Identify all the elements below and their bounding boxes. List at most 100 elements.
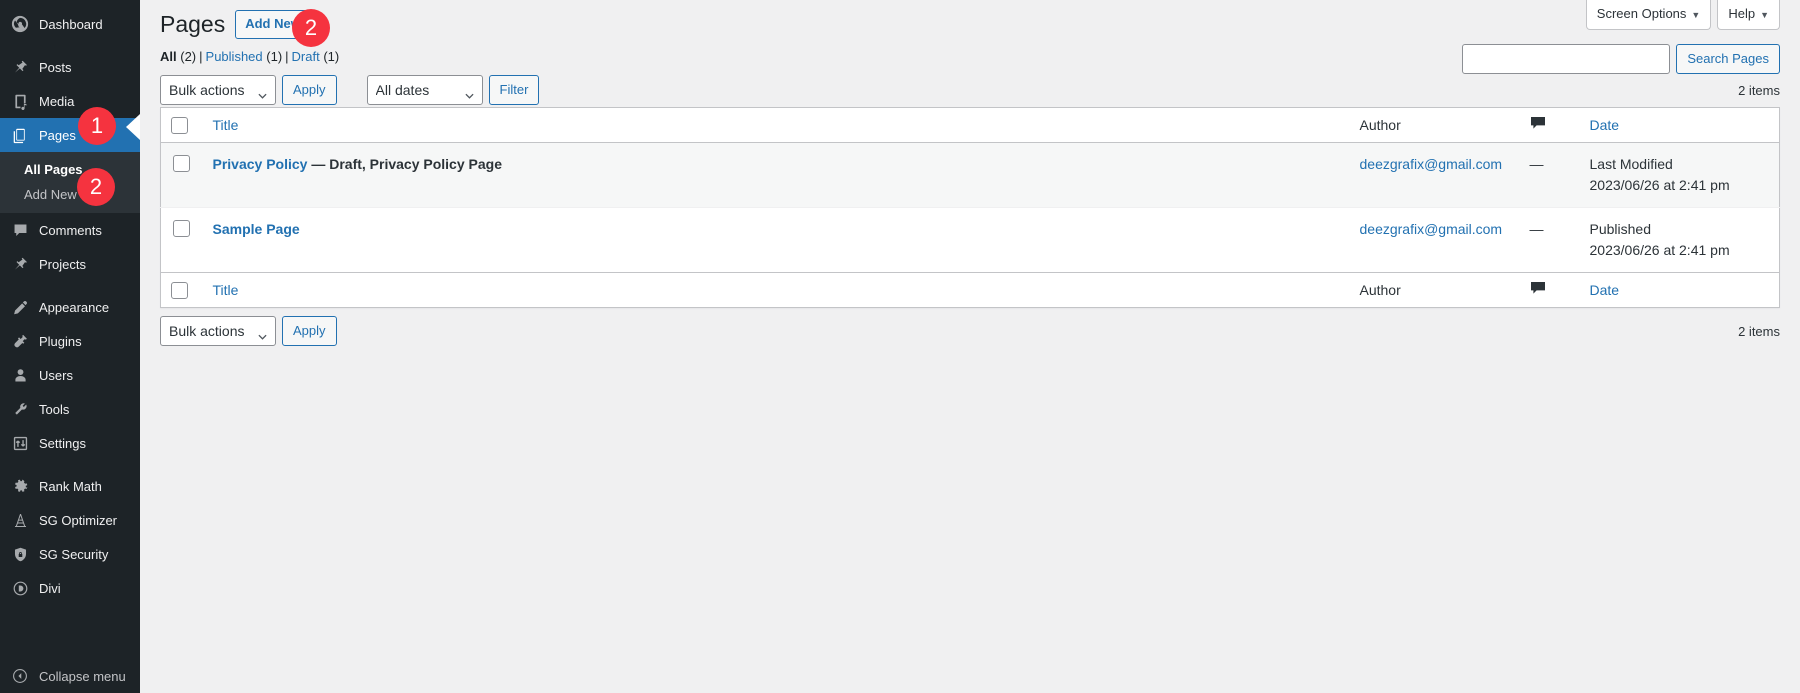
sidebar-item-comments[interactable]: Comments [0,213,140,247]
main-content: Screen Options ▼ Help ▼ Pages Add New All … [140,0,1800,693]
page-title-link[interactable]: Privacy Policy [213,156,308,172]
sidebar-subitem-label: Add New [24,187,77,202]
filter-separator: | [199,49,203,64]
select-all-checkbox-bottom[interactable] [171,282,188,299]
sidebar-item-appearance[interactable]: Appearance [0,290,140,324]
sort-date-link[interactable]: Date [1590,117,1620,133]
comments-count: — [1529,156,1544,172]
sidebar-item-media[interactable]: Media [0,84,140,118]
sidebar-item-label: Posts [39,59,72,75]
items-count-bottom: 2 items [1738,323,1780,339]
apply-button-bottom[interactable]: Apply [282,316,337,346]
sidebar-item-tools[interactable]: Tools [0,392,140,426]
search-input[interactable] [1462,44,1671,74]
sidebar-item-settings[interactable]: Settings [0,426,140,460]
sidebar-item-label: Rank Math [39,478,102,494]
sidebar-item-label: Pages [39,127,76,143]
sidebar-item-label: Appearance [39,299,110,315]
shield-gear-icon [10,544,30,564]
sidebar-item-pages[interactable]: Pages [0,118,140,152]
collapse-menu-button[interactable]: Collapse menu [0,659,140,693]
row-date-cell: Published 2023/06/26 at 2:41 pm [1580,208,1780,273]
filter-button[interactable]: Filter [488,75,540,105]
column-header-date: Date [1579,107,1780,143]
sidebar-item-label: Dashboard [39,16,103,32]
row-select-cell [160,142,203,208]
sidebar-item-sg-security[interactable]: SG Security [0,537,140,571]
table-head: Title Author Date [160,107,1780,143]
callout-badge-1: 1 [78,107,116,145]
select-all-checkbox-top[interactable] [171,117,188,134]
apply-button-top[interactable]: Apply [282,75,337,105]
search-box: Search Pages [1462,44,1780,74]
date-status: Last Modified [1589,156,1673,172]
sort-title-link[interactable]: Title [213,117,239,133]
collapse-arrow-icon [10,666,30,686]
sidebar-item-plugins[interactable]: Plugins [0,324,140,358]
page-title-link[interactable]: Sample Page [213,221,300,237]
table-foot: Title Author Date [160,272,1780,308]
dates-select-wrap: All dates [366,75,483,105]
sidebar-item-label: Divi [39,580,61,596]
sidebar-item-dashboard[interactable]: Dashboard [0,7,140,41]
sidebar-item-divi[interactable]: Divi [0,571,140,605]
pin-icon [10,57,30,77]
sidebar-item-label: Settings [39,435,86,451]
author-link[interactable]: deezgrafix@gmail.com [1360,221,1503,237]
sidebar-subitem-all-pages[interactable]: All Pages [0,157,140,182]
menu-separator [0,41,140,50]
pages-icon [10,125,30,145]
filter-link-draft[interactable]: Draft [292,49,320,64]
search-pages-button[interactable]: Search Pages [1676,44,1780,74]
row-comments-cell: — [1519,142,1580,208]
dashboard-icon [10,14,30,34]
table-row: Sample Page deezgrafix@gmail.com — Publi… [160,207,1780,273]
sidebar-item-posts[interactable]: Posts [0,50,140,84]
tablenav-bottom: Bulk actions Apply 2 items [160,316,1780,346]
sidebar-item-label: Tools [39,401,70,417]
sidebar-item-label: Projects [39,256,86,272]
admin-sidebar-menu: Dashboard Posts Media Pages All Pages Ad… [0,0,140,693]
post-state-label: — Draft, Privacy Policy Page [311,156,502,172]
sort-title-link-bottom[interactable]: Title [213,282,239,298]
comment-bubble-icon [1530,281,1546,295]
sidebar-subitem-add-new[interactable]: Add New [0,182,140,207]
table-body: Privacy Policy — Draft, Privacy Policy P… [160,142,1780,273]
author-link[interactable]: deezgrafix@gmail.com [1360,156,1503,172]
filter-count-all: (2) [180,49,197,64]
date-value: 2023/06/26 at 2:41 pm [1589,177,1730,193]
row-select-cell [161,208,203,273]
column-footer-title: Title [202,272,1350,308]
wrench-icon [10,399,30,419]
sidebar-item-projects[interactable]: Projects [0,247,140,281]
sidebar-item-label: Users [39,367,73,383]
column-header-author: Author [1349,107,1520,143]
wp-admin-screen: Dashboard Posts Media Pages All Pages Ad… [0,0,1800,693]
bulk-actions-select-bottom[interactable]: Bulk actions [160,316,276,346]
row-date-cell: Last Modified 2023/06/26 at 2:41 pm [1579,142,1780,208]
column-label-author: Author [1359,282,1401,298]
sidebar-submenu-pages: All Pages Add New [0,152,140,213]
page-title: Pages [160,10,226,37]
bulk-actions-select-top[interactable]: Bulk actions [160,75,276,105]
filter-link-published[interactable]: Published [206,49,263,64]
sidebar-item-sg-optimizer[interactable]: SG Optimizer [0,503,140,537]
menu-separator [0,281,140,290]
sidebar-item-label: Plugins [39,333,82,349]
dates-filter-select[interactable]: All dates [366,75,483,105]
row-checkbox[interactable] [173,220,190,237]
sidebar-item-label: SG Optimizer [39,512,118,528]
comments-icon [10,220,30,240]
row-checkbox[interactable] [173,155,190,172]
comment-bubble-icon [1530,116,1546,130]
sidebar-item-users[interactable]: Users [0,358,140,392]
sidebar-item-rank-math[interactable]: Rank Math [0,469,140,503]
sg-optimizer-icon [10,510,30,530]
sidebar-item-label: Comments [39,222,102,238]
column-header-title: Title [202,107,1350,143]
callout-badge-2-sidebar: 2 [77,168,115,206]
row-title-cell: Sample Page [203,208,1350,273]
filter-link-all[interactable]: All [160,49,177,64]
sort-date-link-bottom[interactable]: Date [1590,282,1620,298]
pages-list-table: Title Author Date Privacy Policy — Draft… [160,107,1780,308]
